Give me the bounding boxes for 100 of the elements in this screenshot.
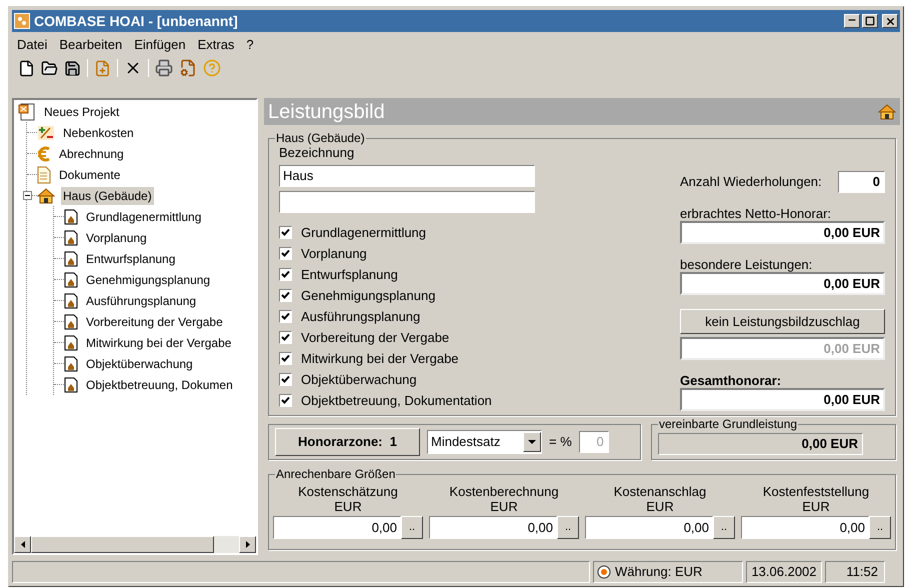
checkbox[interactable] bbox=[279, 289, 292, 302]
checkbox-label[interactable]: Grundlagenermittlung bbox=[301, 222, 426, 242]
menu-item[interactable]: Datei bbox=[16, 35, 48, 55]
checkbox-label[interactable]: Ausführungsplanung bbox=[301, 306, 420, 326]
tree-item[interactable]: Mitwirkung bei der Vergabe bbox=[84, 334, 234, 352]
description-field[interactable] bbox=[279, 191, 535, 213]
tree-item[interactable]: Nebenkosten bbox=[61, 124, 136, 142]
checkbox-label[interactable]: Objektbetreuung, Dokumentation bbox=[301, 390, 492, 410]
save-icon[interactable] bbox=[64, 60, 81, 76]
group-title: vereinbarte Grundleistung bbox=[658, 417, 798, 431]
printer-icon[interactable] bbox=[155, 59, 173, 77]
checkbox[interactable] bbox=[279, 226, 292, 239]
tree-item[interactable]: Neues Projekt bbox=[42, 102, 122, 120]
panel-title: Leistungsbild bbox=[268, 100, 385, 124]
checkbox[interactable] bbox=[279, 394, 292, 407]
menu-item[interactable]: Extras bbox=[196, 35, 236, 55]
open-folder-icon[interactable] bbox=[41, 60, 58, 76]
cost-field[interactable]: 0,00 bbox=[429, 516, 557, 539]
house-document-icon bbox=[64, 314, 78, 330]
checkbox[interactable] bbox=[279, 352, 292, 365]
amount-field[interactable]: 0,00 EUR bbox=[680, 388, 885, 411]
maximize-icon bbox=[865, 16, 875, 26]
more-button[interactable]: .. bbox=[869, 516, 891, 539]
scroll-left-icon[interactable] bbox=[14, 536, 31, 553]
field-label: Gesamthonorar: bbox=[680, 374, 782, 388]
house-document-icon bbox=[64, 292, 78, 308]
cost-label: Kostenschätzung bbox=[297, 484, 399, 499]
plus-minus-icon bbox=[37, 124, 55, 140]
currency-label: EUR bbox=[801, 499, 831, 514]
more-button[interactable]: .. bbox=[713, 516, 735, 539]
maximize-button[interactable] bbox=[862, 14, 878, 28]
checkbox[interactable] bbox=[279, 310, 292, 323]
more-button[interactable]: .. bbox=[557, 516, 579, 539]
tree-item[interactable]: Entwurfsplanung bbox=[84, 250, 178, 268]
repetitions-field[interactable]: 0 bbox=[838, 171, 885, 193]
checkbox-label[interactable]: Vorplanung bbox=[301, 244, 367, 264]
house-document-icon bbox=[64, 208, 78, 224]
tree-item[interactable]: Vorbereitung der Vergabe bbox=[84, 312, 225, 330]
close-button[interactable] bbox=[882, 14, 898, 28]
more-button[interactable]: .. bbox=[401, 516, 423, 539]
field-label: Bezeichnung bbox=[279, 145, 356, 161]
euro-icon bbox=[37, 146, 51, 162]
field-label: Anzahl Wiederholungen: bbox=[680, 173, 822, 192]
window-title: COMBASE HOAI - [unbenannt] bbox=[34, 12, 238, 31]
checkbox[interactable] bbox=[279, 247, 292, 260]
tree-item[interactable]: Dokumente bbox=[57, 166, 122, 184]
tree-item[interactable]: Genehmigungsplanung bbox=[84, 270, 212, 288]
field-label: erbrachtes Netto-Honorar: bbox=[680, 207, 832, 221]
zone-button[interactable]: Honorarzone: 1 bbox=[275, 428, 420, 456]
cost-field[interactable]: 0,00 bbox=[741, 516, 869, 539]
tree-item[interactable]: Objektüberwachung bbox=[84, 354, 195, 372]
house-document-icon bbox=[64, 230, 78, 246]
checkbox[interactable] bbox=[279, 331, 292, 344]
house-document-icon bbox=[64, 250, 78, 266]
file-settings-icon[interactable] bbox=[179, 59, 197, 77]
tree-item[interactable]: Vorplanung bbox=[84, 228, 149, 246]
close-icon bbox=[884, 16, 896, 26]
menu-item[interactable]: ? bbox=[245, 35, 255, 55]
cost-field[interactable]: 0,00 bbox=[585, 516, 713, 539]
document-icon bbox=[37, 166, 51, 184]
tree-item[interactable]: Objektbetreuung, Dokumen bbox=[84, 376, 235, 394]
checkbox-label[interactable]: Mitwirkung bei der Vergabe bbox=[301, 348, 459, 368]
scroll-right-icon[interactable] bbox=[239, 536, 256, 553]
amount-field[interactable]: 0,00 EUR bbox=[680, 221, 885, 244]
menu-item[interactable]: Bearbeiten bbox=[58, 35, 124, 55]
currency-status: Währung: EUR bbox=[615, 563, 702, 582]
group-title: Anrechenbare Größen bbox=[275, 467, 396, 481]
currency-label: EUR bbox=[333, 499, 363, 514]
tree-item[interactable]: Abrechnung bbox=[57, 144, 126, 162]
cost-label: Kostenberechnung bbox=[448, 484, 560, 499]
menu-item[interactable]: Einfügen bbox=[133, 35, 187, 55]
house-icon bbox=[37, 188, 55, 204]
tree-item[interactable]: Ausführungsplanung bbox=[84, 292, 198, 310]
collapse-toggle[interactable] bbox=[23, 191, 32, 200]
minimize-button[interactable] bbox=[844, 14, 860, 28]
checkbox[interactable] bbox=[279, 268, 292, 281]
cost-label: Kostenanschlag bbox=[612, 484, 708, 499]
project-icon bbox=[18, 102, 36, 120]
percent-label: = % bbox=[549, 433, 572, 452]
house-document-icon bbox=[64, 356, 78, 372]
time-status: 11:52 bbox=[825, 561, 885, 583]
checkbox-label[interactable]: Vorbereitung der Vergabe bbox=[301, 328, 450, 348]
scrollbar-thumb[interactable] bbox=[31, 536, 214, 553]
tree-item[interactable]: Grundlagenermittlung bbox=[84, 208, 204, 226]
cost-field[interactable]: 0,00 bbox=[273, 516, 401, 539]
horizontal-scrollbar[interactable] bbox=[14, 536, 256, 553]
house-document-icon bbox=[64, 334, 78, 350]
amount-field[interactable]: 0,00 EUR bbox=[680, 272, 885, 295]
name-field[interactable]: Haus bbox=[279, 165, 535, 187]
checkbox-label[interactable]: Entwurfsplanung bbox=[301, 264, 398, 284]
house-document-icon bbox=[64, 272, 78, 288]
tree-item[interactable]: Haus (Gebäude) bbox=[61, 186, 154, 204]
group-title: Haus (Gebäude) bbox=[275, 131, 366, 145]
currency-label: EUR bbox=[489, 499, 519, 514]
new-file-icon[interactable] bbox=[18, 60, 35, 76]
date-status: 13.06.2002 bbox=[746, 561, 822, 583]
checkbox[interactable] bbox=[279, 373, 292, 386]
checkbox-label[interactable]: Objektüberwachung bbox=[301, 370, 417, 390]
checkbox-label[interactable]: Genehmigungsplanung bbox=[301, 286, 436, 306]
rate-dropdown[interactable]: Mindestsatz bbox=[427, 430, 542, 454]
